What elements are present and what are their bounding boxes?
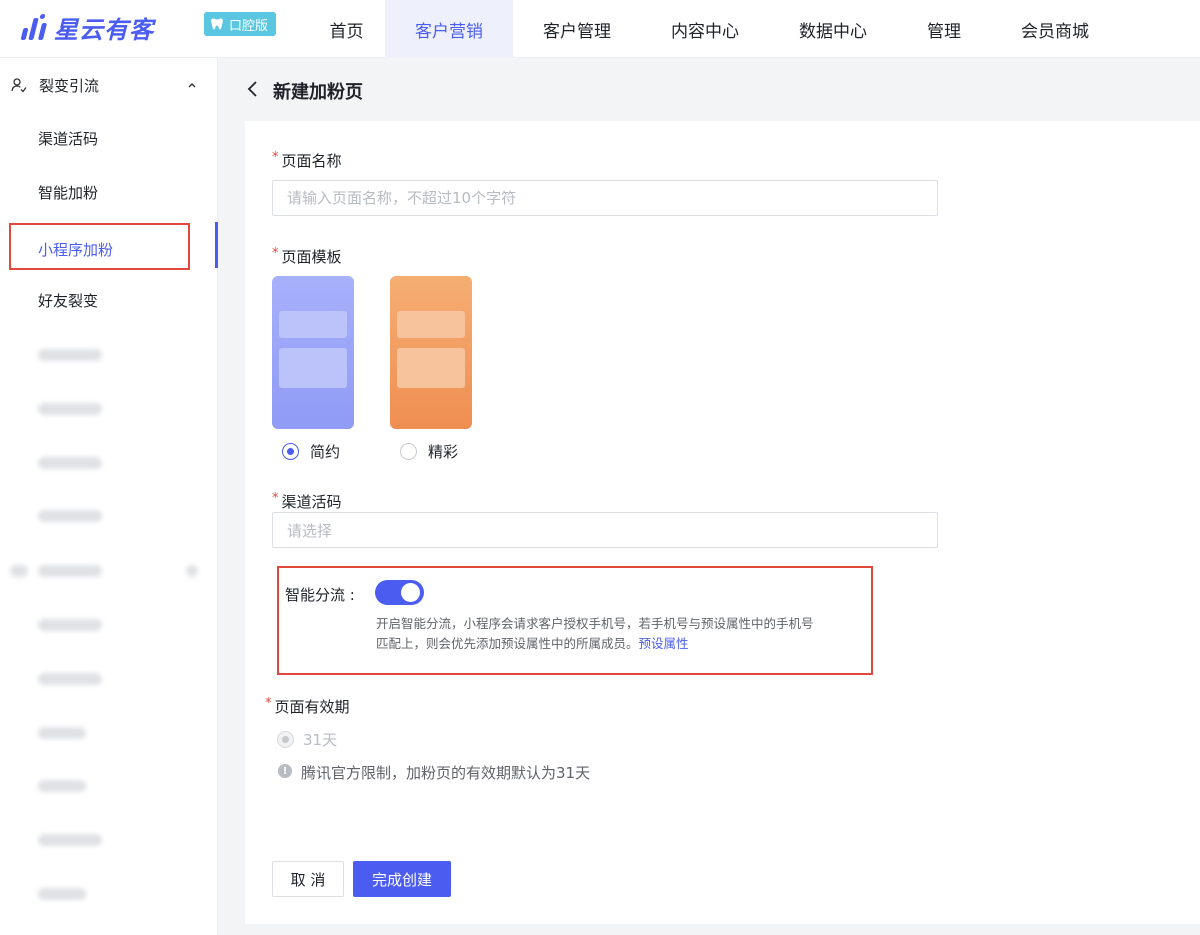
page-name-label: * 页面名称 <box>272 150 342 170</box>
smart-split-toggle[interactable] <box>375 580 424 605</box>
channel-code-select[interactable]: 请选择 <box>272 512 938 548</box>
template-block <box>397 311 465 338</box>
channel-code-placeholder: 请选择 <box>287 521 333 540</box>
sidebar-group-referral[interactable]: 裂变引流 <box>0 58 218 112</box>
required-mark: * <box>272 491 279 506</box>
smart-split-desc-line-1: 开启智能分流，小程序会请求客户授权手机号，若手机号与预设属性中的手机号 <box>376 616 814 631</box>
nav-item-data[interactable]: 数据中心 <box>769 0 897 58</box>
template-simple-label: 简约 <box>310 443 341 461</box>
required-mark: * <box>272 246 279 261</box>
nav-item-customers[interactable]: 客户管理 <box>513 0 641 58</box>
preset-attributes-link[interactable]: 预设属性 <box>639 636 689 651</box>
template-label: * 页面模板 <box>272 246 342 266</box>
nav-item-manage[interactable]: 管理 <box>897 0 991 58</box>
blurred-chevron <box>186 565 198 577</box>
nav-item-marketing[interactable]: 客户营销 <box>385 0 513 58</box>
template-rich-radio[interactable] <box>400 443 417 460</box>
validity-hint: 腾讯官方限制，加粉页的有效期默认为31天 <box>301 764 591 782</box>
blurred-group-label <box>38 565 102 577</box>
validity-label: * 页面有效期 <box>265 696 350 716</box>
cancel-button[interactable]: 取 消 <box>272 861 344 897</box>
sidebar: 裂变引流 渠道活码 智能加粉 小程序加粉 好友裂变 <box>0 58 218 935</box>
required-mark: * <box>265 696 272 711</box>
back-arrow-icon[interactable] <box>246 80 260 98</box>
validity-31-days-label: 31天 <box>303 731 338 749</box>
page-name-input[interactable] <box>272 180 938 216</box>
smart-split-desc-line-2: 匹配上，则会优先添加预设属性中的所属成员。 <box>376 636 639 651</box>
blurred-menu-item <box>38 727 86 739</box>
blurred-menu-item <box>38 780 86 792</box>
main-nav: 首页 客户营销 客户管理 内容中心 数据中心 管理 会员商城 <box>308 0 1119 58</box>
brand-logo[interactable]: 星云有客 <box>20 10 154 45</box>
smart-split-description: 开启智能分流，小程序会请求客户授权手机号，若手机号与预设属性中的手机号 匹配上，… <box>376 614 856 654</box>
chevron-up-icon <box>188 83 196 88</box>
template-simple-radio[interactable] <box>282 443 299 460</box>
nav-item-mall[interactable]: 会员商城 <box>991 0 1119 58</box>
create-button[interactable]: 完成创建 <box>353 861 451 897</box>
sidebar-item-smart-add[interactable]: 智能加粉 <box>0 165 218 219</box>
sidebar-highlight-annotation <box>9 223 190 270</box>
top-header: 星云有客 口腔版 首页 客户营销 客户管理 内容中心 数据中心 管理 会员商城 <box>0 0 1200 58</box>
sidebar-group-label: 裂变引流 <box>39 76 100 95</box>
blurred-menu-item <box>38 403 102 415</box>
blurred-menu-item <box>38 457 102 469</box>
sidebar-item-channel-code[interactable]: 渠道活码 <box>0 111 218 165</box>
brand-name: 星云有客 <box>54 16 154 44</box>
brand-mark-icon <box>20 13 50 42</box>
edition-badge: 口腔版 <box>204 12 277 36</box>
nav-item-home[interactable]: 首页 <box>308 0 385 58</box>
template-rich-label: 精彩 <box>428 443 459 461</box>
tooth-icon <box>211 18 223 30</box>
user-share-icon <box>11 78 27 93</box>
blurred-menu-item <box>38 834 102 846</box>
page-title: 新建加粉页 <box>273 82 363 103</box>
required-mark: * <box>272 150 279 165</box>
blurred-menu-item <box>38 510 102 522</box>
sidebar-item-friend-referral[interactable]: 好友裂变 <box>0 273 218 327</box>
blurred-menu-item <box>38 673 102 685</box>
blurred-menu-item <box>38 619 102 631</box>
template-block <box>397 348 465 388</box>
template-block <box>279 311 347 338</box>
info-icon: ! <box>278 764 292 778</box>
channel-code-label: * 渠道活码 <box>272 491 342 511</box>
blurred-menu-item <box>38 349 102 361</box>
smart-split-label: 智能分流 : <box>285 586 355 604</box>
blurred-group-icon <box>10 565 28 577</box>
edition-label: 口腔版 <box>229 18 269 34</box>
nav-item-content[interactable]: 内容中心 <box>641 0 769 58</box>
template-simple-preview[interactable] <box>272 276 354 429</box>
blurred-menu-item <box>38 888 86 900</box>
template-rich-preview[interactable] <box>390 276 472 429</box>
validity-31-days-radio <box>277 731 294 748</box>
template-block <box>279 348 347 388</box>
